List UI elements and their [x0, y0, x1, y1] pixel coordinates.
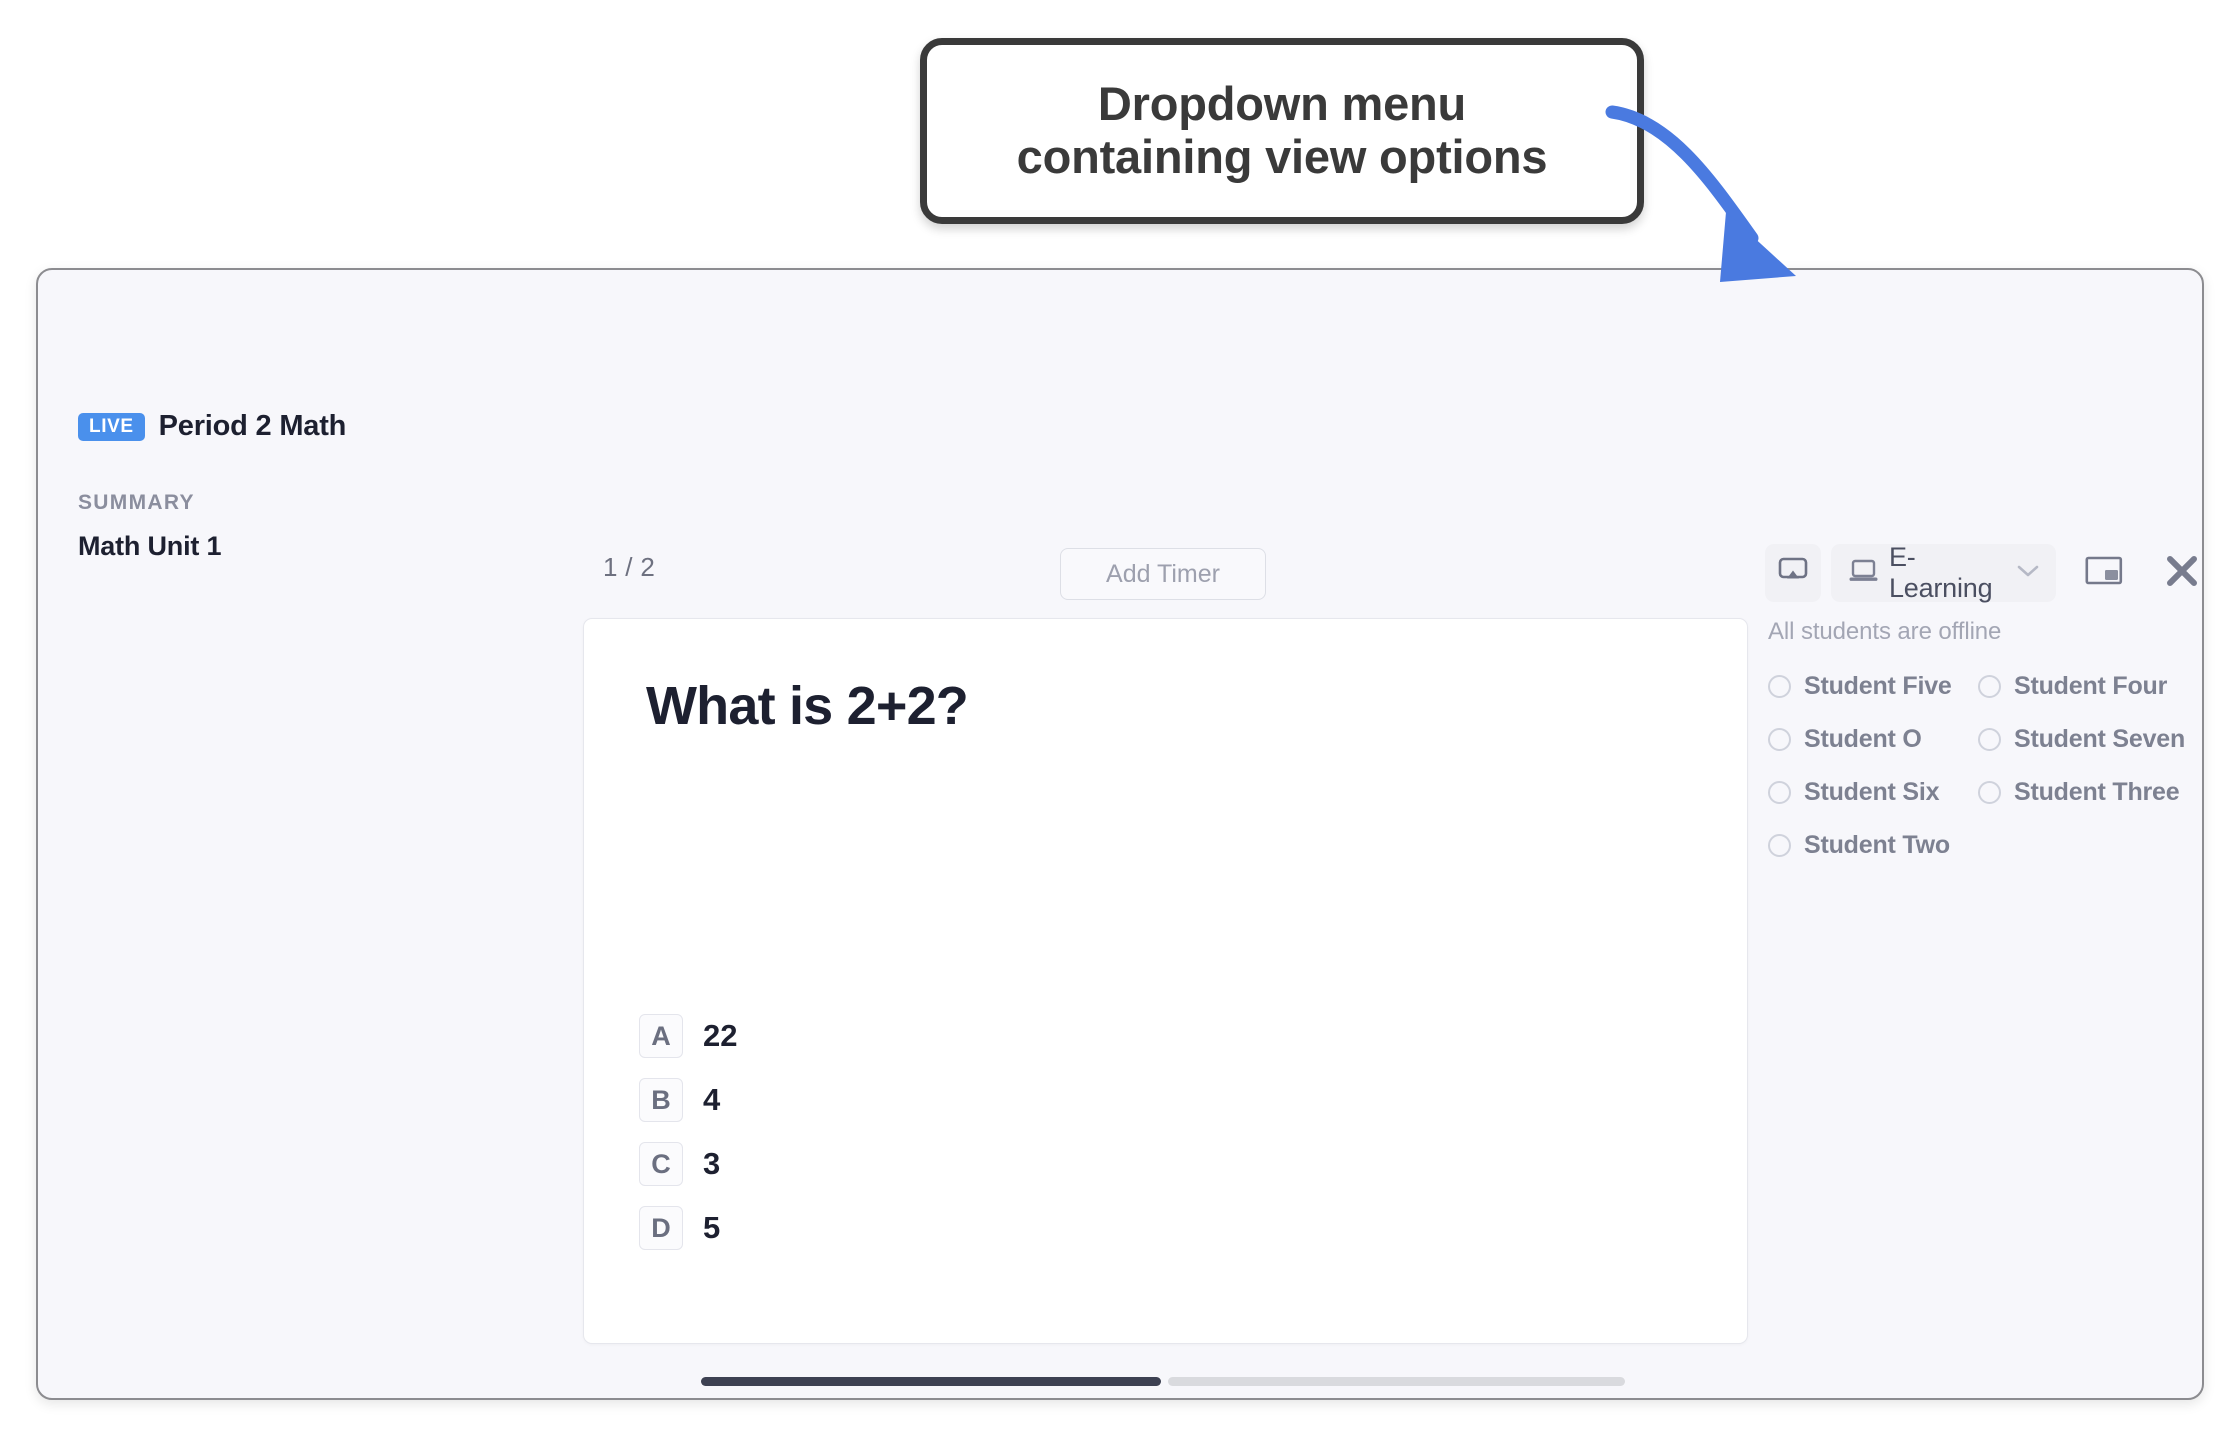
picture-in-picture-button[interactable]	[2074, 544, 2134, 602]
slide-counter: 1 / 2	[603, 552, 656, 582]
progress-segment-inactive[interactable]	[1168, 1377, 1625, 1386]
answer-choice-row: A 22	[639, 1014, 1539, 1058]
student-list-item[interactable]: Student Six	[1768, 778, 1978, 807]
student-name: Student Five	[1804, 672, 1952, 700]
student-list-item[interactable]: Student Four	[1978, 672, 2188, 701]
student-name: Student Seven	[2014, 725, 2186, 753]
picture-in-picture-icon	[2085, 556, 2123, 591]
student-status-indicator-icon	[1768, 781, 1791, 804]
answer-choice-key: A	[639, 1014, 683, 1058]
answer-choice-row: B 4	[639, 1078, 1539, 1122]
student-roster-panel: All students are offline Student Five St…	[1768, 618, 2188, 884]
student-list-item[interactable]: Student Three	[1978, 778, 2188, 807]
answer-choice-row: D 5	[639, 1206, 1539, 1250]
answer-choice-key: B	[639, 1078, 683, 1122]
student-status-indicator-icon	[1978, 728, 2001, 751]
add-timer-button[interactable]: Add Timer	[1060, 548, 1266, 600]
student-list-item[interactable]: Student O	[1768, 725, 1978, 754]
student-name: Student Four	[2014, 672, 2168, 700]
student-list-item[interactable]: Student Seven	[1978, 725, 2188, 754]
slide-progress-bar	[701, 1377, 1625, 1386]
student-list: Student Five Student Four Student O Stud…	[1768, 672, 2188, 884]
student-name: Student Two	[1804, 831, 1950, 859]
close-icon	[2163, 552, 2201, 595]
answer-choice-key: D	[639, 1206, 683, 1250]
student-name: Student O	[1804, 725, 1922, 753]
student-status-indicator-icon	[1978, 675, 2001, 698]
progress-segment-active[interactable]	[701, 1377, 1161, 1386]
student-name: Student Three	[2014, 778, 2180, 806]
answer-choice-value: 5	[703, 1210, 721, 1245]
answer-choice-value: 3	[703, 1146, 721, 1181]
annotation-callout-box: Dropdown menu containing view options	[920, 38, 1644, 224]
student-name: Student Six	[1804, 778, 1940, 806]
student-status-indicator-icon	[1978, 781, 2001, 804]
annotation-line-2: containing view options	[1016, 130, 1548, 183]
student-status-indicator-icon	[1768, 728, 1791, 751]
cast-screen-button[interactable]	[1765, 544, 1821, 602]
answer-choice-value: 22	[703, 1018, 738, 1053]
student-list-item[interactable]: Student Two	[1768, 831, 1978, 860]
answer-choice-key: C	[639, 1142, 683, 1186]
student-status-indicator-icon	[1768, 675, 1791, 698]
annotation-callout-text: Dropdown menu containing view options	[1017, 78, 1548, 183]
lesson-sidebar: LIVE Period 2 Math SUMMARY Math Unit 1	[78, 410, 558, 562]
answer-choices-list: A 22 B 4 C 3 D 5	[639, 1014, 1539, 1270]
close-button[interactable]	[2152, 544, 2202, 602]
answer-choice-row: C 3	[639, 1142, 1539, 1186]
answer-choice-value: 4	[703, 1082, 721, 1117]
live-status-badge: LIVE	[78, 412, 145, 441]
annotation-line-1: Dropdown menu	[1097, 77, 1467, 131]
roster-status-text: All students are offline	[1768, 618, 2002, 645]
chevron-down-icon	[2016, 563, 2040, 584]
view-toolbar: E-Learning	[1765, 542, 2202, 603]
laptop-icon	[1849, 558, 1878, 588]
view-mode-label: E-Learning	[1888, 542, 1993, 603]
presentation-window: LIVE Period 2 Math SUMMARY Math Unit 1 1…	[36, 268, 2204, 1400]
summary-section-label: SUMMARY	[78, 491, 195, 514]
class-header: LIVE Period 2 Math	[78, 410, 558, 443]
class-name-label: Period 2 Math	[158, 410, 347, 442]
student-list-item[interactable]: Student Five	[1768, 672, 1978, 701]
summary-lesson-title: Math Unit 1	[78, 531, 222, 561]
airplay-icon	[1778, 557, 1808, 590]
student-status-indicator-icon	[1768, 834, 1791, 857]
question-text: What is 2+2?	[646, 676, 969, 736]
view-options-dropdown[interactable]: E-Learning	[1830, 542, 2057, 603]
slide-preview-card: What is 2+2? A 22 B 4 C 3 D 5	[583, 618, 1748, 1344]
